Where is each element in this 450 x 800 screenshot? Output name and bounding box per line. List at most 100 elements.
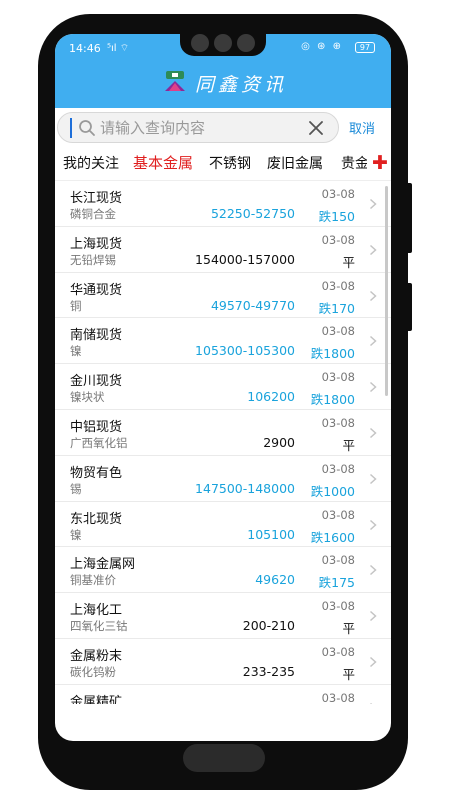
- search-bar[interactable]: [57, 112, 339, 143]
- tab-precious-metals[interactable]: 贵金: [341, 153, 367, 173]
- price-change: 平: [342, 666, 355, 682]
- app-title: 同鑫资讯: [195, 74, 288, 96]
- source-name: 华通现货: [70, 282, 123, 298]
- app-logo-icon: [165, 71, 185, 91]
- quote-date: 03-08: [321, 370, 355, 385]
- status-icons: ◎ ⊛ ⊕: [301, 41, 343, 52]
- product-name: 四氧化三钴: [70, 619, 128, 634]
- product-name: 镍: [70, 344, 82, 359]
- quote-date: 03-08: [321, 461, 355, 476]
- product-name: 广西氧化铝: [70, 435, 128, 450]
- quote-date: 03-08: [321, 415, 355, 430]
- source-name: 金川现货: [70, 374, 123, 390]
- chevron-right-icon: [369, 336, 377, 347]
- list-item[interactable]: 物贸有色锡 03-08 147500-148000 跌1000: [55, 456, 391, 502]
- list-item[interactable]: 金属精矿 03-08: [55, 685, 391, 704]
- camera-icon: [214, 34, 232, 52]
- price-range: 49620: [255, 572, 295, 588]
- add-tab-icon[interactable]: ✚: [369, 152, 391, 174]
- quote-date: 03-08: [321, 187, 355, 201]
- chevron-right-icon: [369, 427, 377, 439]
- price-change: 跌1800: [310, 346, 355, 362]
- tab-strip: 我的关注 基本金属 不锈钢 废旧金属 贵金: [55, 151, 367, 179]
- price-change: 跌1600: [310, 529, 355, 545]
- source-name: 东北现货: [70, 511, 123, 527]
- price-range: 233-235: [242, 663, 295, 679]
- price-range: 147500-148000: [195, 480, 295, 496]
- chevron-right-icon: [369, 565, 377, 576]
- list-item[interactable]: 金属粉末 碳化钨粉 03-08 233-235 平: [55, 639, 391, 685]
- quote-date: 03-08: [321, 599, 355, 614]
- source-name: 上海金属网: [70, 557, 136, 573]
- price-list: 长江现货 磷铜合金 03-08 52250-52750 跌150 上海现货 无铅焊锡 03-0…: [55, 180, 391, 704]
- price-range: 200-210: [242, 618, 295, 634]
- source-name: 中铝现货: [70, 419, 123, 435]
- search-input[interactable]: [100, 117, 300, 139]
- quote-date: 03-08: [321, 644, 355, 659]
- source-name: 物贸有色: [70, 465, 123, 481]
- sensor-icon: [237, 34, 255, 52]
- tab-my-follow[interactable]: 我的关注: [63, 153, 119, 173]
- product-name: 铜基准价: [70, 573, 116, 588]
- chevron-right-icon: [369, 702, 373, 704]
- signal-icon: ⁵ıl ⌔: [107, 43, 130, 54]
- tab-basic-metals[interactable]: 基本金属: [133, 152, 193, 173]
- source-name: 上海化工: [70, 603, 123, 619]
- product-name: 锡: [70, 481, 82, 496]
- product-name: 无铅焊锡: [70, 252, 116, 267]
- status-time: 14:46: [69, 42, 101, 55]
- search-icon: [79, 120, 95, 136]
- chevron-right-icon: [369, 519, 377, 530]
- category-tabs: 我的关注 基本金属 不锈钢 废旧金属 贵金 ✚: [55, 151, 391, 179]
- price-change: 跌1800: [310, 392, 355, 408]
- price-range: 154000-157000: [195, 251, 295, 267]
- app-screen: 14:46 ⁵ıl ⌔ ◎ ⊛ ⊕ 97 同鑫资讯 取消 我的关注 基本金属 不…: [55, 34, 391, 741]
- source-name: 上海现货: [70, 236, 123, 252]
- price-change: 平: [342, 621, 355, 637]
- chevron-right-icon: [369, 382, 377, 393]
- list-item[interactable]: 金川现货 镍块状 03-08 106200 跌1800: [55, 364, 391, 410]
- quote-date: 03-08: [321, 278, 355, 293]
- volume-button: [406, 183, 412, 253]
- price-range: 106200: [247, 389, 295, 405]
- price-range: 49570-49770: [210, 297, 295, 313]
- quote-date: 03-08: [321, 232, 355, 247]
- list-item[interactable]: 上海化工 四氧化三钴 03-08 200-210 平: [55, 593, 391, 639]
- price-range: 2900: [263, 434, 295, 450]
- product-name: 铜: [70, 298, 82, 313]
- list-item[interactable]: 东北现货镍 03-08 105100 跌1600: [55, 502, 391, 548]
- list-item[interactable]: 华通现货铜 03-08 49570-49770 跌170: [55, 273, 391, 319]
- source-name: 南储现货: [70, 328, 123, 344]
- product-name: 碳化钨粉: [70, 664, 116, 679]
- list-item[interactable]: 上海现货 无铅焊锡 03-08 154000-157000 平: [55, 227, 391, 273]
- scrollbar[interactable]: [385, 186, 388, 396]
- price-range: 105300-105300: [195, 343, 295, 359]
- chevron-right-icon: [369, 473, 377, 484]
- list-item[interactable]: 长江现货 磷铜合金 03-08 52250-52750 跌150: [55, 181, 391, 227]
- chevron-right-icon: [369, 611, 377, 622]
- quote-date: 03-08: [321, 553, 355, 568]
- clear-icon[interactable]: [306, 118, 326, 138]
- product-name: 镍: [70, 527, 82, 542]
- list-item[interactable]: 上海金属网 铜基准价 03-08 49620 跌175: [55, 547, 391, 594]
- quote-date: 03-08: [321, 324, 355, 339]
- list-item[interactable]: 中铝现货 广西氧化铝 03-08 2900 平: [55, 410, 391, 456]
- list-item[interactable]: 南储现货镍 03-08 105300-105300 跌1800: [55, 318, 391, 365]
- quote-date: 03-08: [321, 690, 355, 704]
- text-cursor: [70, 118, 72, 138]
- tab-stainless-steel[interactable]: 不锈钢: [209, 153, 251, 173]
- camera-notch: [180, 34, 266, 56]
- product-name: 磷铜合金: [70, 207, 116, 221]
- chevron-right-icon: [369, 198, 377, 210]
- power-button: [406, 283, 412, 331]
- price-change: 跌175: [318, 575, 355, 591]
- price-change: 跌170: [318, 300, 355, 316]
- quote-date: 03-08: [321, 507, 355, 522]
- chevron-right-icon: [369, 290, 377, 301]
- price-change: 平: [342, 254, 355, 270]
- price-change: 跌1000: [310, 483, 355, 499]
- home-button[interactable]: [183, 744, 265, 772]
- tab-scrap-metals[interactable]: 废旧金属: [267, 153, 323, 173]
- price-range: 105100: [247, 526, 295, 542]
- cancel-button[interactable]: 取消: [349, 118, 375, 137]
